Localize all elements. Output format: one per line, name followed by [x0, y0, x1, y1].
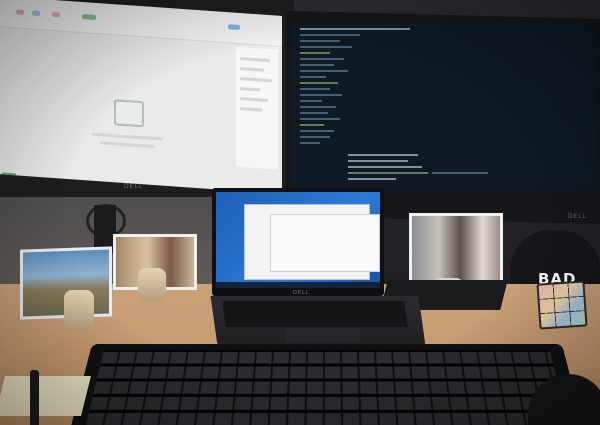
- tab-dot: [82, 14, 96, 20]
- code-line: [300, 88, 330, 90]
- code-line: [300, 94, 342, 96]
- left-monitor-screen: [0, 0, 282, 194]
- code-line: [348, 160, 408, 162]
- code-line: [300, 64, 334, 66]
- rubiks-cube: [536, 280, 588, 330]
- empty-state-text: [92, 132, 162, 141]
- hand-figurine: [64, 290, 94, 330]
- laptop-touchpad: [285, 328, 361, 342]
- code-line: [348, 178, 396, 180]
- code-line: [300, 100, 322, 102]
- code-line: [432, 172, 488, 174]
- code-line: [300, 34, 360, 36]
- laptop-keyboard: [222, 301, 408, 327]
- code-line: [300, 124, 324, 126]
- code-line: [348, 172, 428, 174]
- code-line: [348, 154, 418, 156]
- keyboard-keys: [85, 350, 569, 425]
- code-line: [300, 52, 330, 54]
- right-monitor-logo: DELL: [568, 213, 588, 220]
- code-line: [300, 82, 338, 84]
- code-line: [300, 106, 336, 108]
- left-monitor-logo: DELL: [124, 183, 144, 190]
- tab-dot: [16, 9, 24, 15]
- code-line: [300, 28, 410, 30]
- code-line: [300, 142, 320, 144]
- empty-state-text: [100, 141, 154, 149]
- tab-dot: [52, 11, 60, 18]
- upload-icon: [114, 99, 144, 128]
- code-line: [300, 70, 348, 72]
- laptop-screen: [216, 192, 380, 288]
- hand-figurine: [138, 268, 166, 302]
- desk-scene: DELL DELL DELL BAD: [0, 0, 600, 425]
- browser-toolbar: [0, 0, 282, 47]
- panel-line: [240, 97, 268, 103]
- left-monitor: DELL: [0, 0, 294, 197]
- taskbar: [216, 282, 380, 288]
- panel-line: [240, 87, 260, 92]
- tab-dot: [32, 10, 40, 17]
- panel-line: [240, 107, 262, 112]
- right-panel: [236, 46, 278, 170]
- panel-line: [240, 77, 272, 83]
- panel-line: [240, 57, 270, 63]
- pen: [30, 370, 39, 425]
- code-line: [300, 130, 334, 132]
- tab-dot: [228, 24, 240, 31]
- laptop-window: [270, 214, 380, 272]
- code-line: [300, 46, 352, 48]
- code-line: [300, 112, 328, 114]
- code-line: [300, 40, 340, 42]
- code-line: [348, 166, 422, 168]
- code-line: [300, 76, 326, 78]
- panel-line: [240, 67, 264, 72]
- code-line: [300, 136, 330, 138]
- code-editor-screen: [292, 22, 596, 190]
- code-line: [300, 118, 340, 120]
- status-button: [2, 172, 16, 180]
- code-line: [300, 58, 344, 60]
- sticky-note: [0, 376, 91, 416]
